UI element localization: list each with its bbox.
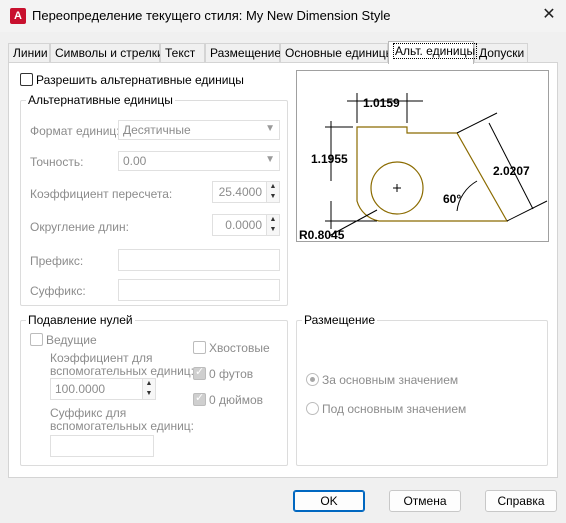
close-icon[interactable]: ✕ [538, 4, 560, 26]
radius-text: R0.8045 [299, 228, 345, 241]
ok-button[interactable]: OK [293, 490, 365, 512]
sub-factor-label-1: Коэффициент для [50, 351, 153, 365]
multiplier-spin-buttons[interactable]: ▲ ▼ [266, 182, 279, 202]
zero-suppression-group-title: Подавление нулей [26, 313, 135, 327]
tab-fit[interactable]: Размещение [205, 43, 281, 63]
preview-pane: 1.0159 1.1955 2.0207 60° R0.8045 [296, 70, 549, 242]
after-primary-label: За основным значением [322, 373, 459, 387]
spin-down-icon[interactable]: ▼ [143, 389, 155, 399]
enable-alt-units-checkbox[interactable] [20, 73, 33, 86]
below-primary-radio[interactable] [306, 402, 319, 415]
round-spinner[interactable]: 0.0000 ▲ ▼ [212, 214, 280, 236]
tab-symbols-arrows[interactable]: Символы и стрелки [50, 43, 164, 63]
unit-format-label: Формат единиц: [30, 124, 120, 138]
cancel-button[interactable]: Отмена [389, 490, 461, 512]
feet-checkbox[interactable] [193, 365, 206, 380]
sub-factor-spinner[interactable]: 100.0000 ▲ ▼ [50, 378, 156, 400]
help-button[interactable]: Справка [485, 490, 557, 512]
title-bar: A Переопределение текущего стиля: My New… [0, 0, 566, 32]
unit-format-combo[interactable]: Десятичные ▼ [118, 120, 280, 140]
multiplier-value: 25.4000 [218, 185, 262, 199]
dimension-preview-drawing: 1.0159 1.1955 2.0207 60° R0.8045 [299, 93, 548, 241]
dim-top-text: 1.0159 [363, 96, 400, 110]
chevron-down-icon: ▼ [265, 123, 275, 134]
leading-label: Ведущие [46, 333, 97, 347]
sub-factor-spin-buttons[interactable]: ▲ ▼ [142, 379, 155, 399]
app-icon: A [10, 8, 26, 24]
tab-alternate-units[interactable]: Альт. единицы [388, 41, 478, 64]
leading-checkbox[interactable] [30, 333, 43, 346]
suffix-label: Суффикс: [30, 284, 86, 298]
tab-tolerances[interactable]: Допуски [474, 43, 528, 63]
spin-up-icon[interactable]: ▲ [143, 379, 155, 389]
window-title: Переопределение текущего стиля: My New D… [32, 8, 391, 23]
inches-label: 0 дюймов [209, 393, 264, 407]
placement-group [296, 320, 548, 466]
sub-factor-label-2: вспомогательных единиц: [50, 364, 194, 378]
placement-group-title: Размещение [302, 313, 377, 327]
spin-down-icon[interactable]: ▼ [267, 225, 279, 235]
angle-text: 60° [443, 192, 461, 206]
tab-text[interactable]: Текст [160, 43, 205, 63]
suffix-input[interactable] [118, 279, 280, 301]
precision-value: 0.00 [123, 154, 147, 168]
trailing-checkbox[interactable] [193, 341, 206, 354]
tab-lines[interactable]: Линии [8, 43, 50, 63]
tab-primary-units[interactable]: Основные единицы [280, 43, 394, 63]
spin-up-icon[interactable]: ▲ [267, 215, 279, 225]
alt-units-group-title: Альтернативные единицы [26, 93, 175, 107]
round-label: Округление длин: [30, 220, 129, 234]
unit-format-value: Десятичные [123, 123, 191, 137]
prefix-input[interactable] [118, 249, 280, 271]
sub-suffix-label-2: вспомогательных единиц: [50, 419, 194, 433]
after-primary-radio[interactable] [306, 373, 319, 386]
feet-label: 0 футов [209, 367, 254, 381]
chevron-down-icon: ▼ [265, 154, 275, 165]
dim-diag-text: 2.0207 [493, 164, 530, 178]
below-primary-label: Под основным значением [322, 402, 467, 416]
inches-checkbox[interactable] [193, 391, 206, 406]
tab-alternate-units-label: Альт. единицы [393, 43, 478, 59]
precision-combo[interactable]: 0.00 ▼ [118, 151, 280, 171]
sub-factor-value: 100.0000 [55, 382, 106, 396]
spin-down-icon[interactable]: ▼ [267, 192, 279, 202]
sub-suffix-label-1: Суффикс для [50, 406, 127, 420]
dim-left-text: 1.1955 [311, 152, 348, 166]
round-spin-buttons[interactable]: ▲ ▼ [266, 215, 279, 235]
trailing-label: Хвостовые [209, 341, 270, 355]
multiplier-spinner[interactable]: 25.4000 ▲ ▼ [212, 181, 280, 203]
spin-up-icon[interactable]: ▲ [267, 182, 279, 192]
round-value: 0.0000 [225, 218, 262, 232]
multiplier-label: Коэффициент пересчета: [30, 187, 173, 201]
enable-alt-units-label: Разрешить альтернативные единицы [36, 73, 244, 87]
center-mark-icon [393, 184, 401, 192]
preview-part-outline [356, 126, 509, 222]
prefix-label: Префикс: [30, 254, 84, 268]
sub-suffix-input[interactable] [50, 435, 154, 457]
precision-label: Точность: [30, 155, 84, 169]
